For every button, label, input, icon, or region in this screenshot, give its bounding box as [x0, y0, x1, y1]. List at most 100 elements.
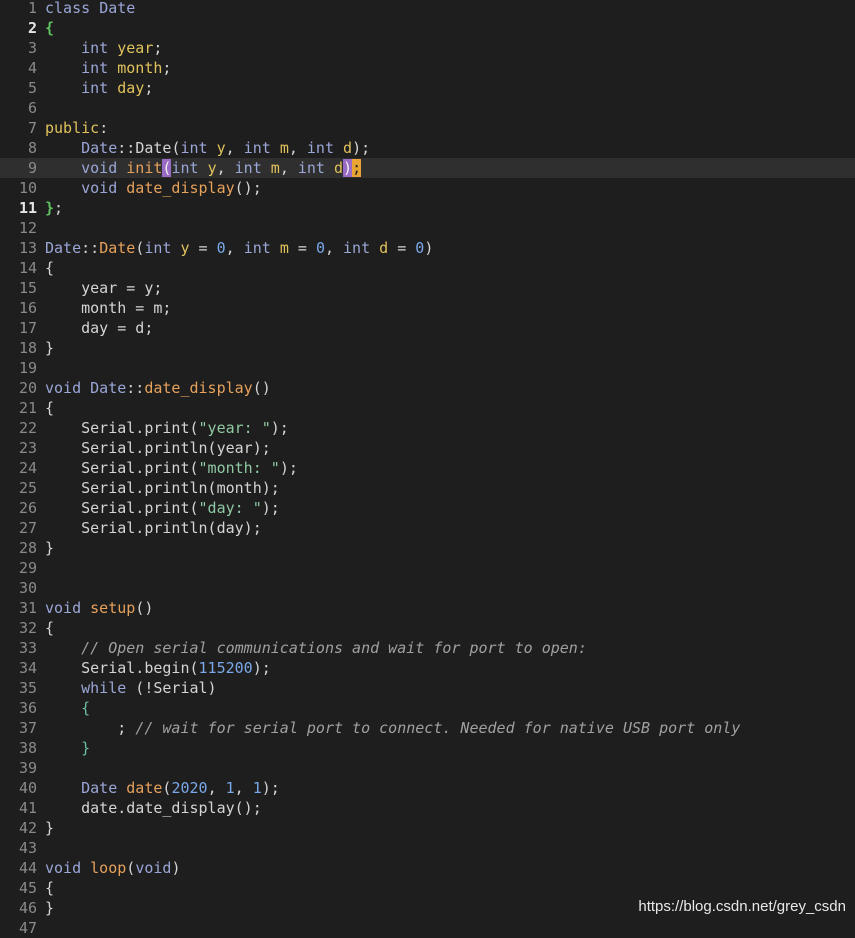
- line-number: 37: [18, 719, 37, 737]
- code-token: :: [99, 119, 109, 137]
- code-token: int: [243, 139, 271, 157]
- code-line[interactable]: 19: [0, 358, 855, 378]
- code-token: int: [243, 239, 271, 257]
- code-line[interactable]: 44 void loop(void): [0, 858, 855, 878]
- line-number: 44: [18, 859, 37, 877]
- code-line[interactable]: 16 month = m;: [0, 298, 855, 318]
- code-line[interactable]: 39: [0, 758, 855, 778]
- code-token: date_display: [144, 379, 253, 397]
- line-number: 17: [18, 319, 37, 337]
- line-number: 16: [18, 299, 37, 317]
- code-line[interactable]: 21 {: [0, 398, 855, 418]
- code-line[interactable]: 32 {: [0, 618, 855, 638]
- code-text: }: [45, 818, 54, 838]
- code-line[interactable]: 34 Serial.begin(115200);: [0, 658, 855, 678]
- code-line[interactable]: 23 Serial.println(year);: [0, 438, 855, 458]
- line-number: 24: [18, 459, 37, 477]
- code-line[interactable]: 29: [0, 558, 855, 578]
- code-token: d: [343, 139, 353, 157]
- code-token: Date: [45, 239, 82, 257]
- code-token: Date: [90, 379, 127, 397]
- code-text: Date::Date(int y = 0, int m = 0, int d =…: [45, 238, 433, 258]
- code-line[interactable]: 38 }: [0, 738, 855, 758]
- line-number: 11: [18, 199, 37, 217]
- code-line[interactable]: 26 Serial.print("day: ");: [0, 498, 855, 518]
- code-line[interactable]: 2{: [0, 18, 855, 38]
- code-token: day = d;: [45, 319, 154, 337]
- line-number: 47: [18, 919, 37, 937]
- code-text: Serial.begin(115200);: [45, 658, 271, 678]
- code-line[interactable]: 41 date.date_display();: [0, 798, 855, 818]
- code-token: day: [117, 79, 145, 97]
- watermark: https://blog.csdn.net/grey_csdn: [638, 898, 846, 915]
- code-line[interactable]: 27 Serial.println(day);: [0, 518, 855, 538]
- code-token: 1: [225, 779, 235, 797]
- code-token: ,: [225, 239, 244, 257]
- code-line[interactable]: 36 {: [0, 698, 855, 718]
- code-line[interactable]: 11};: [0, 198, 855, 218]
- code-token: ,: [234, 779, 253, 797]
- code-token: ,: [288, 139, 307, 157]
- code-editor[interactable]: 1 class Date 2{3 int year; 4 int month; 5 in…: [0, 0, 855, 938]
- code-line[interactable]: 20 void Date::date_display(): [0, 378, 855, 398]
- code-line[interactable]: 5 int day;: [0, 78, 855, 98]
- line-number: 2: [27, 19, 37, 37]
- code-line[interactable]: 17 day = d;: [0, 318, 855, 338]
- code-text: };: [45, 198, 63, 218]
- code-token: ,: [324, 239, 344, 257]
- code-token: date.date_display();: [45, 799, 262, 817]
- code-line[interactable]: 24 Serial.print("month: ");: [0, 458, 855, 478]
- code-token: }: [45, 339, 55, 357]
- code-line[interactable]: 47: [0, 918, 855, 938]
- code-line[interactable]: 3 int year;: [0, 38, 855, 58]
- code-token: (: [135, 239, 145, 257]
- code-line[interactable]: 10 void date_display();: [0, 178, 855, 198]
- code-token: Serial.print(: [45, 459, 199, 477]
- code-line[interactable]: 25 Serial.println(month);: [0, 478, 855, 498]
- code-line[interactable]: 14 {: [0, 258, 855, 278]
- code-line[interactable]: 4 int month;: [0, 58, 855, 78]
- code-line[interactable]: 31 void setup(): [0, 598, 855, 618]
- code-token: void: [45, 599, 82, 617]
- code-line[interactable]: 45 {: [0, 878, 855, 898]
- code-line[interactable]: 15 year = y;: [0, 278, 855, 298]
- code-text: }: [45, 338, 54, 358]
- code-line[interactable]: 9 void init(int y, int m, int d);: [0, 158, 855, 178]
- code-token: ,: [207, 779, 226, 797]
- code-line[interactable]: 37 ; // wait for serial port to connect.…: [0, 718, 855, 738]
- code-line[interactable]: 18}: [0, 338, 855, 358]
- code-line[interactable]: 30: [0, 578, 855, 598]
- code-token: 115200: [198, 659, 253, 677]
- code-line[interactable]: 28}: [0, 538, 855, 558]
- code-line[interactable]: 40 Date date(2020, 1, 1);: [0, 778, 855, 798]
- code-text: }: [45, 538, 54, 558]
- code-line[interactable]: 13 Date::Date(int y = 0, int m = 0, int d…: [0, 238, 855, 258]
- line-number: 8: [27, 139, 37, 157]
- code-line[interactable]: 33 // Open serial communications and wai…: [0, 638, 855, 658]
- code-line[interactable]: 6: [0, 98, 855, 118]
- line-number: 4: [27, 59, 37, 77]
- code-token: ();: [234, 179, 262, 197]
- code-line[interactable]: 1 class Date: [0, 0, 855, 18]
- code-line[interactable]: 8 Date::Date(int y, int m, int d);: [0, 138, 855, 158]
- code-line[interactable]: 12: [0, 218, 855, 238]
- code-text: Serial.print("month: ");: [45, 458, 298, 478]
- code-text: year = y;: [45, 278, 162, 298]
- code-line[interactable]: 22 Serial.print("year: ");: [0, 418, 855, 438]
- code-line[interactable]: 7 public:: [0, 118, 855, 138]
- code-line[interactable]: 43: [0, 838, 855, 858]
- line-number: 38: [18, 739, 37, 757]
- code-token: ::: [117, 139, 136, 157]
- code-token: );: [252, 659, 271, 677]
- line-number: 32: [18, 619, 37, 637]
- code-line[interactable]: 42}: [0, 818, 855, 838]
- code-line[interactable]: 35 while (!Serial): [0, 678, 855, 698]
